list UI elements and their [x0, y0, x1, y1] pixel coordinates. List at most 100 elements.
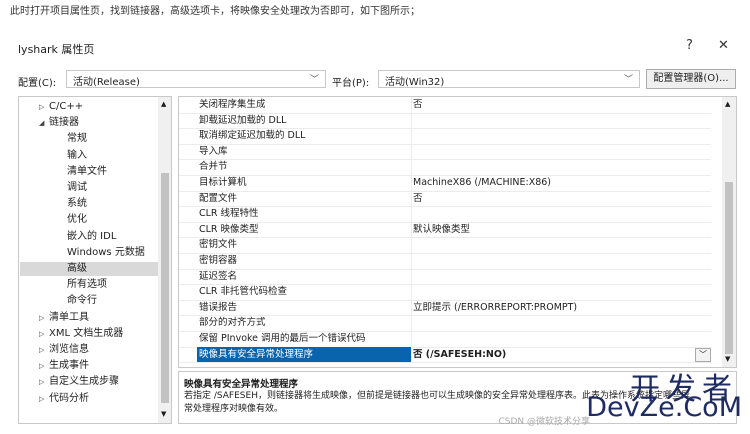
tree-item-label: 常规: [67, 133, 87, 145]
tree-item[interactable]: ▷ XML 文档生成器: [39, 327, 123, 341]
tree-scrollbar[interactable]: ▲ ▼: [158, 97, 171, 423]
tree-item-label: 优化: [67, 214, 87, 226]
tree-item[interactable]: 常规: [67, 132, 87, 146]
property-row[interactable]: 卸载延迟加载的 DLL: [179, 112, 711, 130]
chevron-right-icon[interactable]: ▷: [39, 327, 49, 341]
property-row[interactable]: 延迟签名: [179, 268, 711, 286]
chevron-right-icon[interactable]: ▷: [39, 375, 49, 389]
tree-item[interactable]: 调试: [67, 181, 87, 195]
tree-item-label: 所有选项: [67, 279, 107, 291]
tree-item-label: 清单文件: [67, 165, 107, 177]
tree-item[interactable]: ▷ 生成事件: [39, 359, 89, 373]
property-value[interactable]: 默认映像类型: [413, 222, 470, 237]
close-button[interactable]: ✕: [718, 38, 729, 53]
property-name: 映像具有安全异常处理程序: [197, 346, 411, 362]
tree-item[interactable]: 清单文件: [67, 165, 107, 179]
column-divider: [411, 315, 412, 331]
property-name: 合并节: [199, 161, 228, 173]
property-name: 目标计算机: [199, 177, 247, 188]
property-value[interactable]: 否: [413, 191, 423, 206]
column-divider: [411, 112, 412, 129]
property-row[interactable]: 配置文件 否: [179, 190, 711, 208]
property-row[interactable]: 错误报告 立即提示 (/ERRORREPORT:PROMPT): [179, 299, 711, 317]
tree-item[interactable]: ▷ 自定义生成步骤: [39, 375, 119, 389]
tree-item[interactable]: 输入: [67, 149, 87, 163]
tree-item-label: 输入: [67, 149, 87, 161]
tree-item[interactable]: 嵌入的 IDL: [67, 230, 116, 244]
column-divider: [411, 128, 412, 144]
tree-item[interactable]: ◢ 链接器: [39, 116, 79, 130]
tree-item[interactable]: ▷ 浏览信息: [39, 343, 89, 357]
property-name: 卸载延迟加载的 DLL: [199, 114, 287, 126]
tree-item[interactable]: 系统: [67, 197, 87, 211]
column-divider: [411, 346, 412, 363]
tree-item-label: 高级: [67, 263, 87, 274]
column-divider: [411, 190, 412, 207]
tree-item-label: 生成事件: [49, 360, 89, 372]
chevron-right-icon[interactable]: ▷: [39, 343, 49, 357]
property-row[interactable]: 关闭程序集生成 否: [179, 97, 711, 114]
configuration-select[interactable]: 活动(Release) ﹀: [66, 70, 326, 88]
help-button[interactable]: ?: [686, 38, 693, 53]
property-value[interactable]: 否: [413, 97, 423, 112]
property-row[interactable]: 密钥文件: [179, 237, 711, 254]
column-divider: [411, 284, 412, 300]
caret-up-icon[interactable]: ▲: [725, 100, 730, 108]
property-row[interactable]: 密钥容器: [179, 253, 711, 270]
property-row[interactable]: 合并节: [179, 159, 711, 176]
property-row[interactable]: 导入库: [179, 143, 711, 161]
chevron-down-icon[interactable]: ﹀: [695, 347, 711, 362]
property-row[interactable]: CLR 非托管代码检查: [179, 284, 711, 301]
chevron-right-icon[interactable]: ▷: [39, 359, 49, 373]
property-row[interactable]: 目标计算机 MachineX86 (/MACHINE:X86): [179, 175, 711, 192]
platform-select[interactable]: 活动(Win32) ﹀: [378, 70, 640, 88]
property-row[interactable]: 保留 PInvoke 调用的最后一个错误代码: [179, 331, 711, 348]
tree-item[interactable]: 优化: [67, 213, 87, 227]
configuration-manager-button[interactable]: 配置管理器(O)...: [646, 69, 736, 89]
chevron-down-icon[interactable]: ◢: [39, 116, 49, 130]
grid-scroll-thumb[interactable]: [725, 182, 733, 354]
property-name: 保留 PInvoke 调用的最后一个错误代码: [199, 333, 366, 344]
column-divider: [411, 97, 412, 113]
property-row[interactable]: CLR 线程特性: [179, 206, 711, 223]
tree-item[interactable]: ▷ 清单工具: [39, 311, 89, 325]
chevron-down-icon: ﹀: [623, 75, 633, 85]
column-divider: [411, 206, 412, 222]
caret-down-icon[interactable]: ▼: [161, 410, 166, 418]
caret-up-icon[interactable]: ▲: [161, 100, 166, 108]
property-value[interactable]: 否 (/SAFESEH:NO): [413, 347, 506, 362]
tree-item-label: C/C++: [49, 101, 84, 112]
tree-item[interactable]: 高级: [20, 262, 171, 276]
property-row[interactable]: 部分的对齐方式: [179, 315, 711, 332]
column-divider: [411, 143, 412, 160]
dialog-title: lyshark 属性页: [18, 43, 95, 56]
chevron-right-icon[interactable]: ▷: [39, 100, 49, 114]
property-row[interactable]: 映像具有安全异常处理程序否 (/SAFESEH:NO) ﹀: [179, 346, 711, 364]
tree-item[interactable]: Windows 元数据: [67, 246, 145, 260]
property-row[interactable]: CLR 映像类型 默认映像类型: [179, 221, 711, 239]
property-row[interactable]: 取消绑定延迟加载的 DLL: [179, 128, 711, 145]
tree-scroll-thumb[interactable]: [161, 173, 169, 403]
tree-item[interactable]: ▷ C/C++: [39, 100, 83, 114]
chevron-right-icon[interactable]: ▷: [39, 311, 49, 325]
tree-item-label: XML 文档生成器: [49, 327, 124, 339]
column-divider: [411, 159, 412, 175]
property-name: 密钥文件: [199, 239, 238, 251]
chevron-right-icon[interactable]: ▷: [39, 392, 49, 406]
grid-scrollbar[interactable]: ▲ ▼: [722, 97, 736, 367]
column-divider: [411, 175, 412, 191]
platform-label: 平台(P):: [332, 78, 370, 89]
property-name: CLR 非托管代码检查: [199, 286, 288, 298]
tree-item[interactable]: 所有选项: [67, 278, 107, 292]
property-value[interactable]: 立即提示 (/ERRORREPORT:PROMPT): [413, 300, 577, 315]
tree-item[interactable]: 命令行: [67, 294, 97, 308]
property-value[interactable]: MachineX86 (/MACHINE:X86): [413, 175, 551, 190]
description-heading: 映像具有安全异常处理程序: [184, 379, 299, 390]
property-name: 部分的对齐方式: [199, 317, 266, 329]
tree-item[interactable]: ▷ 代码分析: [39, 392, 89, 406]
intro-text: 此时打开项目属性页，找到链接器，高级选项卡，将映像安全处理改为否即可，如下图所示…: [10, 6, 420, 17]
column-divider: [411, 268, 412, 285]
watermark-domain: DevZe.CoM: [586, 392, 742, 423]
tree-item-label: 自定义生成步骤: [49, 376, 119, 388]
caret-down-icon[interactable]: ▼: [725, 355, 730, 363]
